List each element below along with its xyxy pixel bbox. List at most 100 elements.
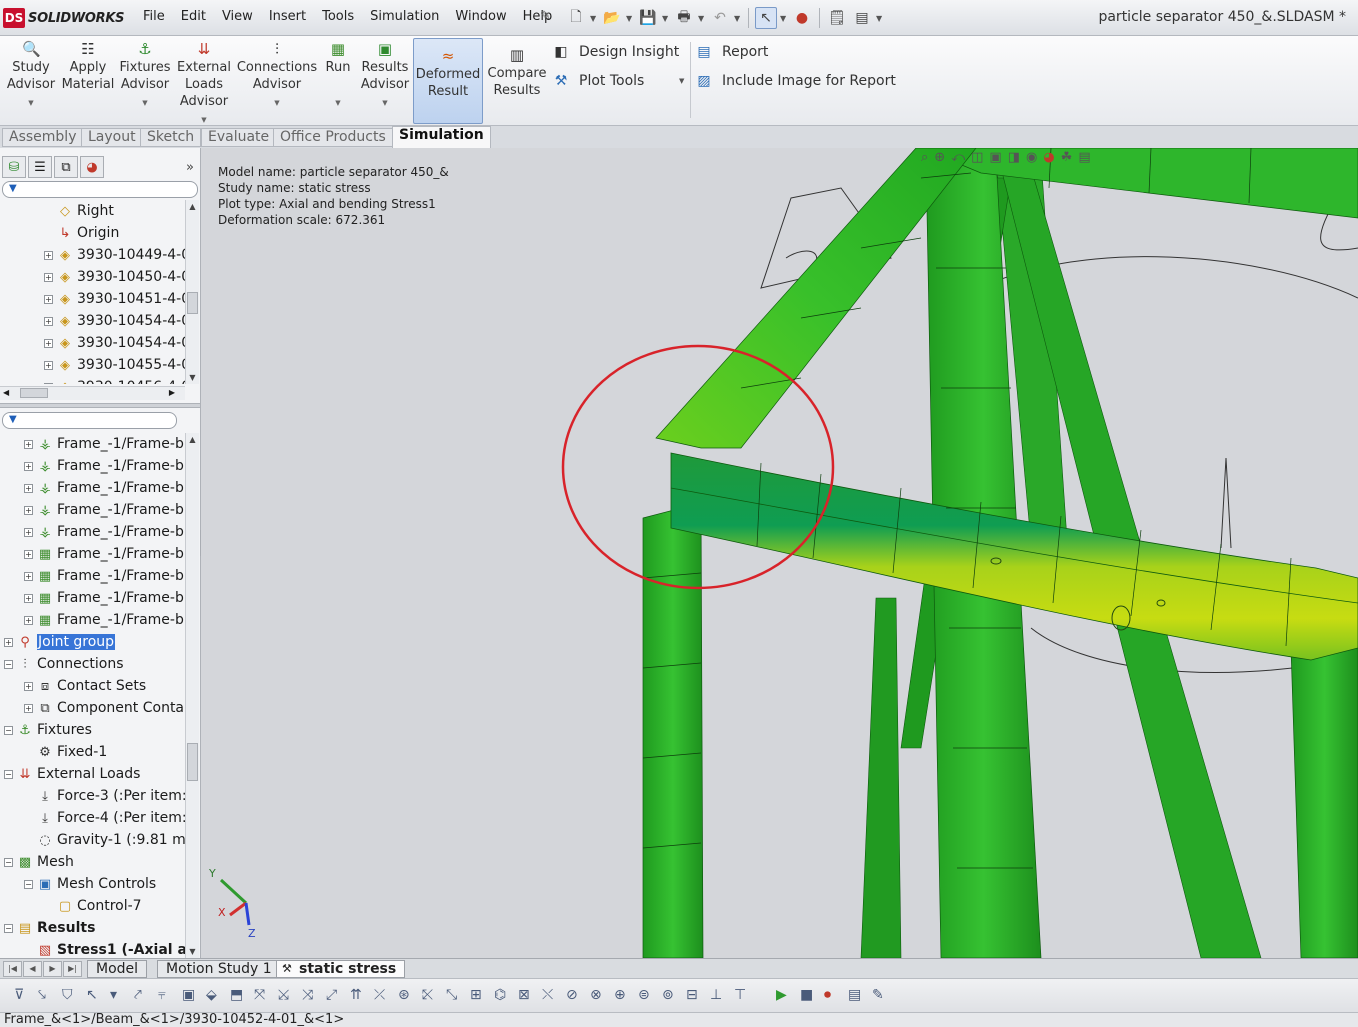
expand-icon[interactable]: + <box>44 338 53 348</box>
tab-office-products[interactable]: Office Products <box>273 128 393 147</box>
menu-file[interactable]: File <box>135 9 173 24</box>
toolbar-tool-icon[interactable]: ⊚ <box>662 987 674 1003</box>
tree-node[interactable]: − ⚓ Fixtures <box>4 719 92 741</box>
toolbar-tool-icon[interactable]: ⤨ <box>302 987 313 1003</box>
tree-node[interactable]: + ◈ 3930-10450-4-0 <box>44 266 185 288</box>
tree-node[interactable]: + ⚶ Frame_-1/Frame-b <box>24 477 184 499</box>
expand-icon[interactable]: + <box>24 527 33 537</box>
toolbar-tool-icon[interactable]: ⊟ <box>686 987 698 1003</box>
hide-show-icon[interactable]: ◉ <box>1026 150 1037 165</box>
toolbar-tool-icon[interactable]: ⊤ <box>734 987 746 1003</box>
tree-node[interactable]: + ◈ 3930-10454-4-0 <box>44 332 185 354</box>
scroll-right-icon[interactable]: ▶ <box>169 388 175 397</box>
scrollbar-thumb[interactable] <box>187 743 198 781</box>
toolbar-tool-icon[interactable]: ⬒ <box>230 987 243 1003</box>
new-dropdown-icon[interactable]: ▼ <box>590 14 598 23</box>
stress-plot-model[interactable]: Y X Z <box>201 148 1358 958</box>
tree-node[interactable]: ↳ Origin <box>44 222 120 244</box>
results-advisor-button[interactable]: ▣ Results Advisor ▼ <box>358 40 412 112</box>
expand-icon[interactable]: + <box>4 637 13 647</box>
display-style-icon[interactable]: ◨ <box>1008 150 1020 165</box>
compare-results-button[interactable]: ▥ Compare Results <box>487 46 547 99</box>
chevron-down-icon[interactable]: ▼ <box>274 95 279 112</box>
print-icon[interactable]: 🖶 <box>673 7 695 29</box>
expand-icon[interactable]: + <box>24 703 33 713</box>
tree-node[interactable]: − ▤ Results <box>4 917 95 939</box>
tree-node[interactable]: + ◈ 3930-10455-4-0 <box>44 354 185 376</box>
design-insight-button[interactable]: ◧ Design Insight <box>551 44 679 60</box>
deformed-result-button[interactable]: ≈ Deformed Result <box>413 38 483 124</box>
collapse-icon[interactable]: − <box>24 879 33 889</box>
chevron-down-icon[interactable]: ▼ <box>142 95 147 112</box>
tree-node[interactable]: + ◈ 3930-10454-4-0 <box>44 310 185 332</box>
toolbar-tool-icon[interactable]: ⊘ <box>566 987 578 1003</box>
expand-icon[interactable]: + <box>24 615 33 625</box>
tree-node[interactable]: + ◈ 3930-10449-4-0 <box>44 244 185 266</box>
toolbar-tool-icon[interactable]: ⤥ <box>38 987 46 1003</box>
undo-icon[interactable]: ↶ <box>709 7 731 29</box>
external-loads-advisor-button[interactable]: ⇊ External Loads Advisor ▼ <box>176 40 232 129</box>
scroll-up-icon[interactable]: ▲ <box>186 433 199 446</box>
toolbar-tool-icon[interactable]: ▾ <box>110 987 117 1003</box>
open-icon[interactable]: 📂 <box>601 7 623 29</box>
feature-tree-tab-icon[interactable]: ⛁ <box>2 156 26 178</box>
tree-node[interactable]: ⤓ Force-3 (:Per item: <box>24 785 185 807</box>
toolbar-tool-icon[interactable]: ⏺ <box>824 987 831 1003</box>
toolbar-tool-icon[interactable]: ▤ <box>848 987 861 1003</box>
chevron-down-icon[interactable]: ▼ <box>28 95 33 112</box>
tree-node[interactable]: − ▣ Mesh Controls <box>24 873 156 895</box>
select-icon[interactable]: ↖ <box>755 7 777 29</box>
next-tab-icon[interactable]: ▶ <box>43 961 62 977</box>
graphics-area[interactable]: Y X Z Model name: particle separator 450… <box>201 148 1358 958</box>
print-dropdown-icon[interactable]: ▼ <box>698 14 706 23</box>
tree-node[interactable]: +◈3930-10456-4-0 <box>44 376 185 384</box>
toolbar-tool-icon[interactable]: ⇈ <box>350 987 362 1003</box>
zoom-area-icon[interactable]: ⊕ <box>934 150 945 165</box>
file-properties-icon[interactable]: 🗒 <box>826 7 848 29</box>
expand-icon[interactable]: + <box>44 360 53 370</box>
collapse-icon[interactable]: − <box>4 659 13 669</box>
undo-dropdown-icon[interactable]: ▼ <box>734 14 742 23</box>
previous-view-icon[interactable]: ⤺ <box>951 150 965 165</box>
tab-motion-study-1[interactable]: Motion Study 1 <box>157 960 281 978</box>
last-tab-icon[interactable]: ▶| <box>63 961 82 977</box>
tree-node[interactable]: ◇ Right <box>44 200 114 222</box>
toolbar-tool-icon[interactable]: ⊥ <box>710 987 722 1003</box>
menu-help[interactable]: Help <box>515 9 561 24</box>
tree-node[interactable]: − ⫶ Connections <box>4 653 124 675</box>
toolbar-tool-icon[interactable]: ⛉ <box>62 987 73 1003</box>
study-tree-scrollbar[interactable]: ▲ ▼ <box>185 433 199 958</box>
toolbar-tool-icon[interactable]: ⊜ <box>638 987 650 1003</box>
expand-icon[interactable]: + <box>24 461 33 471</box>
toolbar-tool-icon[interactable]: ⬙ <box>206 987 217 1003</box>
tree-node[interactable]: ▧ Stress1 (-Axial an <box>24 939 185 958</box>
chevron-down-icon[interactable]: ▼ <box>382 95 387 112</box>
expand-tabs-icon[interactable]: » <box>186 160 194 175</box>
expand-icon[interactable]: + <box>24 505 33 515</box>
menu-edit[interactable]: Edit <box>173 9 214 24</box>
feature-tree-scrollbar[interactable]: ▲ ▼ <box>185 200 199 384</box>
menu-window[interactable]: Window <box>447 9 514 24</box>
solidworks-logo[interactable]: DS SOLIDWORKS <box>3 7 124 29</box>
toolbar-tool-icon[interactable]: ✎ <box>872 987 884 1003</box>
display-manager-tab-icon[interactable]: ◕ <box>80 156 104 178</box>
select-dropdown-icon[interactable]: ▼ <box>780 14 788 23</box>
fixtures-advisor-button[interactable]: ⚓ Fixtures Advisor ▼ <box>118 40 172 112</box>
toolbar-tool-icon[interactable]: ▶ <box>776 987 787 1003</box>
plot-tools-dropdown-icon[interactable]: ▼ <box>679 77 684 85</box>
menu-simulation[interactable]: Simulation <box>362 9 447 24</box>
apply-material-button[interactable]: ☷ Apply Material <box>62 40 115 93</box>
tree-node[interactable]: + ⚶ Frame_-1/Frame-b <box>24 499 184 521</box>
toolbar-tool-icon[interactable]: ⤢ <box>326 987 337 1003</box>
open-dropdown-icon[interactable]: ▼ <box>626 14 634 23</box>
tree-node[interactable]: ⤓ Force-4 (:Per item: <box>24 807 185 829</box>
feature-tree-filter[interactable]: ▼ <box>2 181 198 198</box>
property-manager-tab-icon[interactable]: ☰ <box>28 156 52 178</box>
chevron-down-icon[interactable]: ▼ <box>335 95 340 112</box>
expand-icon[interactable]: + <box>44 250 53 260</box>
scroll-up-icon[interactable]: ▲ <box>186 200 199 213</box>
toolbar-tool-icon[interactable]: ⤪ <box>422 987 433 1003</box>
tree-node[interactable]: + ▦ Frame_-1/Frame-b <box>24 609 184 631</box>
toolbar-tool-icon[interactable]: ↖ <box>86 987 98 1003</box>
scroll-down-icon[interactable]: ▼ <box>186 371 199 384</box>
